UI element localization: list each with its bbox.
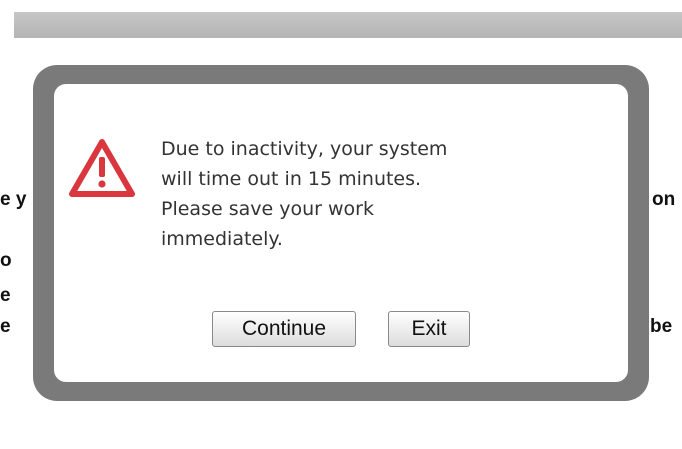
exit-button[interactable]: Exit	[388, 311, 470, 347]
continue-button[interactable]: Continue	[212, 311, 356, 347]
background-text-fragment: on	[652, 189, 676, 210]
top-bar	[14, 12, 682, 38]
timeout-message: Due to inactivity, your system will time…	[161, 134, 561, 254]
message-line: Please save your work	[161, 198, 374, 220]
timeout-dialog: Due to inactivity, your system will time…	[54, 84, 628, 382]
background-text-fragment: e	[0, 285, 11, 306]
background-text-fragment: e	[0, 316, 11, 337]
background-text-fragment: o	[0, 250, 12, 271]
message-line: Due to inactivity, your system	[161, 138, 448, 160]
page: e y o e e on be Due to inactivity, your …	[0, 0, 682, 449]
timeout-dialog-frame: Due to inactivity, your system will time…	[33, 65, 649, 401]
background-text-fragment: be	[650, 316, 673, 337]
message-line: will time out in 15 minutes.	[161, 168, 422, 190]
message-line: immediately.	[161, 228, 283, 250]
warning-triangle-icon	[69, 139, 135, 197]
background-text-fragment: e y	[0, 189, 27, 210]
